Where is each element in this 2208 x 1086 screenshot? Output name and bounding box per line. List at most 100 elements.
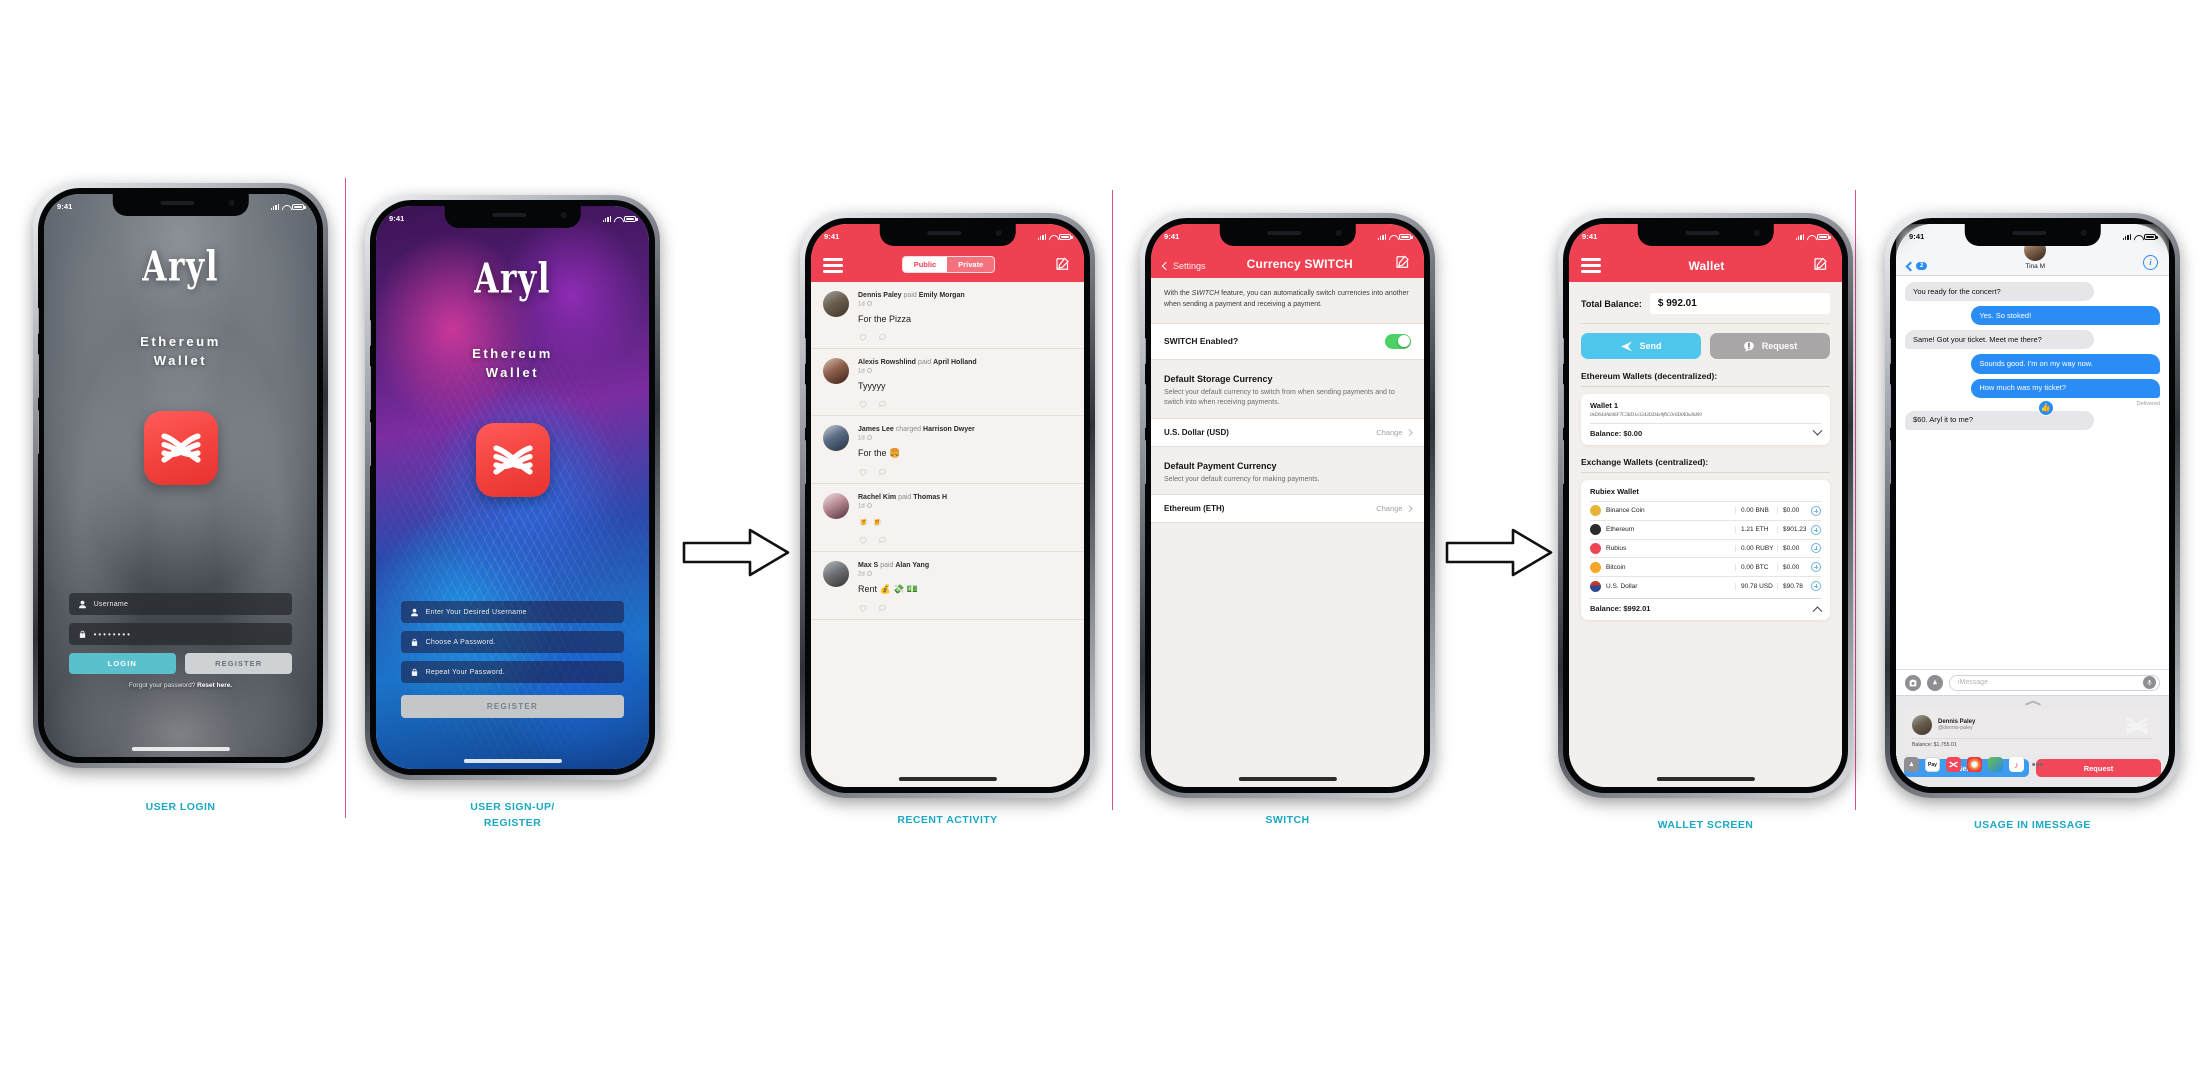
- group-description: Select your default currency to switch f…: [1164, 388, 1395, 407]
- chevron-up-icon[interactable]: [1812, 606, 1823, 617]
- feed-target[interactable]: Alan Yang: [895, 562, 929, 569]
- feed-item[interactable]: Dennis Paley paid Emily Morgan 1d For th…: [811, 282, 1084, 349]
- notch: [112, 194, 249, 216]
- heart-icon[interactable]: [858, 535, 868, 545]
- send-button[interactable]: Send: [1581, 333, 1701, 359]
- thumbs-up-tapback-icon[interactable]: 👍: [2037, 399, 2054, 416]
- feed-actor[interactable]: Alexis Rowshlind: [858, 359, 916, 366]
- chevron-down-icon[interactable]: [1812, 425, 1823, 436]
- activity-feed[interactable]: Dennis Paley paid Emily Morgan 1d For th…: [811, 282, 1084, 787]
- forgot-password-row: Forgot your password? Reset here.: [69, 682, 293, 689]
- info-icon[interactable]: i: [2143, 255, 2158, 270]
- back-to-settings[interactable]: Settings: [1161, 261, 1206, 271]
- app-store-dock-icon[interactable]: ▲: [1904, 757, 1919, 772]
- imessage-app-drawer: Dennis Paley @dennis-paley Balance: $1,7…: [1896, 695, 2169, 787]
- storage-currency-change[interactable]: Change: [1376, 428, 1412, 437]
- drawer-grabber[interactable]: [2025, 699, 2041, 707]
- back-button[interactable]: 2: [1905, 261, 1928, 271]
- feed-actor[interactable]: James Lee: [858, 426, 894, 433]
- notch: [879, 224, 1016, 246]
- add-coin-icon[interactable]: [1811, 543, 1821, 554]
- more-dock-icon[interactable]: •••: [2030, 757, 2045, 772]
- add-coin-icon[interactable]: [1811, 524, 1821, 535]
- comment-icon[interactable]: [878, 603, 888, 613]
- compose-icon[interactable]: [1812, 255, 1830, 273]
- microphone-icon[interactable]: [2143, 676, 2156, 689]
- feed-target[interactable]: Harrison Dwyer: [923, 426, 975, 433]
- signup-register-button[interactable]: REGISTER: [400, 695, 625, 719]
- feed-actor[interactable]: Max S: [858, 562, 878, 569]
- caption-line-2: REGISTER: [483, 816, 542, 829]
- menu-icon[interactable]: [1581, 258, 1601, 273]
- avatar: [823, 424, 849, 451]
- public-private-toggle[interactable]: Public Private: [901, 256, 996, 273]
- heart-icon[interactable]: [858, 467, 868, 477]
- feed-item[interactable]: Rachel Kim paid Thomas H 1d 🍺 🍺: [811, 484, 1084, 552]
- images-dock-icon[interactable]: [1988, 757, 2003, 772]
- login-button[interactable]: LOGIN: [68, 653, 176, 675]
- default-storage-currency-group: Default Storage Currency Select your def…: [1151, 374, 1424, 447]
- ethereum-section-title: Ethereum Wallets (decentralized):: [1581, 371, 1718, 381]
- feed-item[interactable]: Alexis Rowshlind paid April Holland 1d T…: [811, 349, 1084, 416]
- tab-private[interactable]: Private: [947, 257, 994, 272]
- app-store-icon[interactable]: [1927, 674, 1943, 691]
- add-coin-icon[interactable]: [1811, 562, 1821, 573]
- feed-time: 1d: [858, 301, 1072, 308]
- request-button[interactable]: Request: [1710, 333, 1830, 359]
- heart-icon[interactable]: [858, 332, 868, 342]
- rubix-logo-icon: [492, 445, 533, 475]
- aryl-app-logo: [475, 422, 550, 497]
- imessage-input[interactable]: iMessage: [1949, 674, 2160, 691]
- heart-icon[interactable]: [858, 603, 868, 613]
- feed-actor[interactable]: Rachel Kim: [858, 494, 896, 501]
- feed-actor[interactable]: Dennis Paley: [858, 292, 902, 299]
- coin-row[interactable]: Ethereum 1.21 ETH $901.23: [1590, 519, 1821, 539]
- coin-row[interactable]: Rubius 0.00 RUBY $0.00: [1590, 538, 1821, 558]
- reset-link[interactable]: Reset here.: [197, 682, 232, 689]
- compose-icon[interactable]: [1394, 253, 1412, 271]
- camera-icon[interactable]: [1905, 674, 1921, 691]
- feed-target[interactable]: April Holland: [933, 359, 977, 366]
- comment-icon[interactable]: [878, 467, 888, 477]
- compose-icon[interactable]: [1054, 255, 1072, 273]
- comment-icon[interactable]: [878, 332, 888, 342]
- password-input[interactable]: ••••••••: [68, 623, 293, 646]
- music-dock-icon[interactable]: ♪: [2009, 757, 2024, 772]
- repeat-password-input[interactable]: Repeat Your Password.: [400, 661, 625, 684]
- add-coin-icon[interactable]: [1811, 581, 1821, 592]
- heart-icon[interactable]: [858, 399, 868, 409]
- feed-target[interactable]: Thomas H: [913, 494, 947, 501]
- photos-dock-icon[interactable]: [1967, 757, 1982, 772]
- message-bubble: $60. Aryl it to me?: [1905, 410, 2094, 430]
- comment-icon[interactable]: [878, 535, 888, 545]
- comment-icon[interactable]: [878, 399, 888, 409]
- aryl-dock-icon[interactable]: [1946, 757, 1961, 772]
- feed-target[interactable]: Emily Morgan: [919, 292, 965, 299]
- ethereum-wallet-card[interactable]: Wallet 1 0xD644A046F7C36D1e3343DD4e9f6C0…: [1581, 394, 1830, 445]
- feed-item[interactable]: James Lee charged Harrison Dwyer 1d For …: [811, 416, 1084, 484]
- feed-verb: paid: [898, 493, 912, 501]
- aryl-app-card[interactable]: Dennis Paley @dennis-paley Balance: $1,7…: [1904, 709, 2161, 754]
- rubix-logo-icon: [160, 433, 201, 463]
- username-input[interactable]: Username: [68, 593, 293, 616]
- user-handle: @dennis-paley: [1938, 725, 1973, 731]
- desired-username-input[interactable]: Enter Your Desired Username: [400, 601, 625, 624]
- payment-currency-change[interactable]: Change: [1376, 504, 1412, 513]
- payment-currency-row[interactable]: Ethereum (ETH) Change: [1151, 494, 1424, 524]
- coin-row[interactable]: Binance Coin 0.00 BNB $0.00: [1590, 501, 1821, 520]
- feed-item[interactable]: Max S paid Alan Yang 2d Rent 💰 💸 💵: [811, 552, 1084, 620]
- add-coin-icon[interactable]: [1811, 505, 1821, 516]
- tab-public[interactable]: Public: [902, 257, 948, 272]
- switch-enabled-toggle[interactable]: [1385, 333, 1411, 349]
- apple-pay-dock-icon[interactable]: Pay: [1925, 757, 1940, 772]
- imessage-app-dock[interactable]: ▲ Pay ♪ •••: [1896, 756, 2169, 773]
- storage-currency-row[interactable]: U.S. Dollar (USD) Change: [1151, 417, 1424, 447]
- coin-row[interactable]: U.S. Dollar 90.78 USD $90.78: [1590, 576, 1821, 595]
- switch-enabled-row[interactable]: SWITCH Enabled?: [1151, 322, 1424, 360]
- coin-row[interactable]: Bitcoin 0.00 BTC $0.00: [1590, 557, 1821, 576]
- menu-icon[interactable]: [823, 258, 843, 273]
- rubiex-wallet-card[interactable]: Rubiex Wallet Binance Coin 0.00 BNB $0.0…: [1581, 480, 1830, 620]
- feed-headline: James Lee charged Harrison Dwyer: [858, 425, 1072, 434]
- choose-password-input[interactable]: Choose A Password.: [400, 631, 625, 654]
- register-button[interactable]: REGISTER: [185, 653, 293, 675]
